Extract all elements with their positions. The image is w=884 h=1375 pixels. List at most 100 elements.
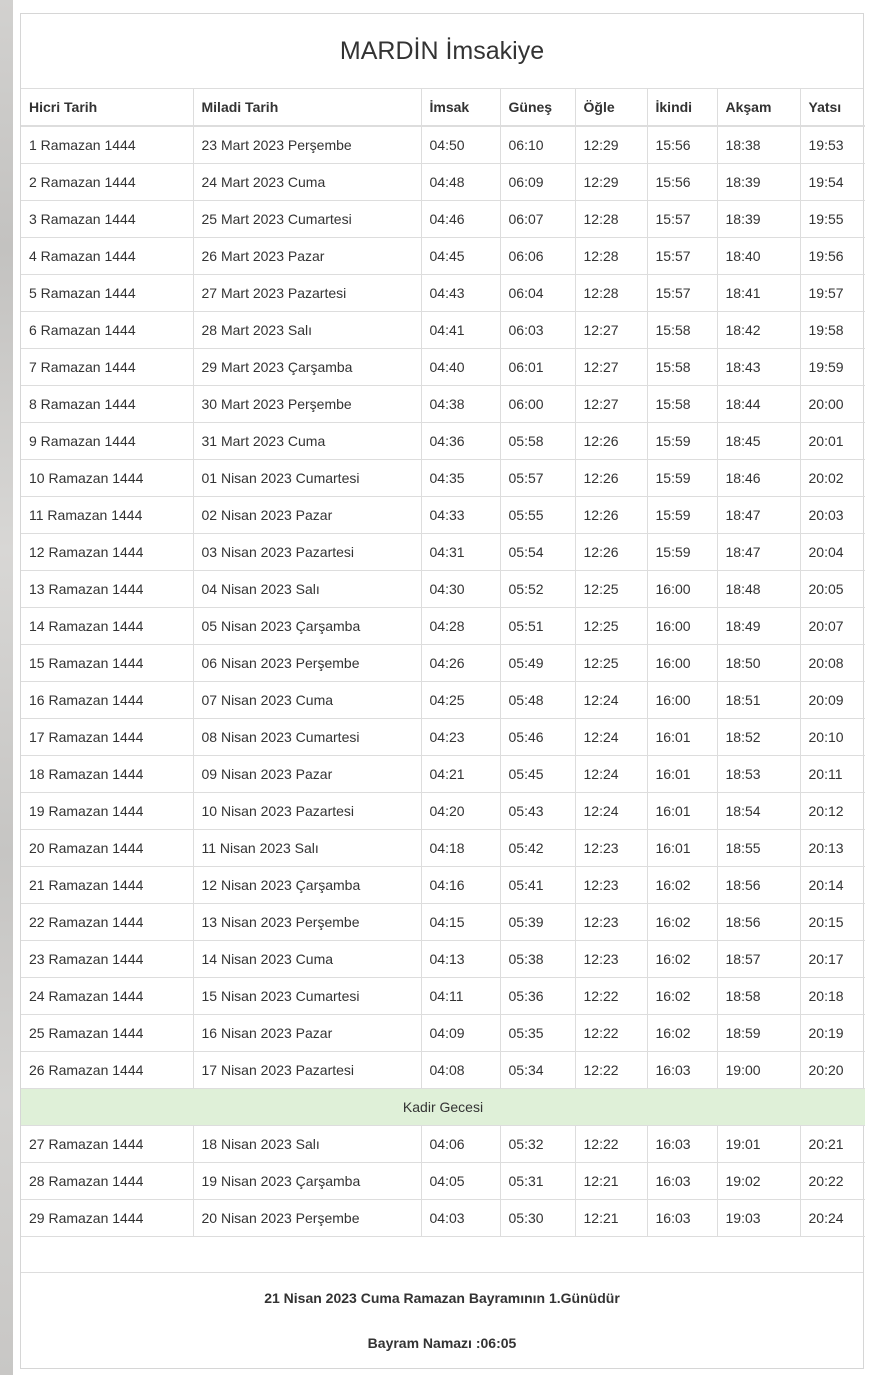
hicri-date-cell: 6 Ramazan 1444 bbox=[21, 311, 194, 349]
yatsi-cell: 20:10 bbox=[799, 718, 865, 756]
hicri-date-cell: 26 Ramazan 1444 bbox=[21, 1051, 194, 1089]
miladi-date-cell: 04 Nisan 2023 Salı bbox=[192, 570, 422, 608]
miladi-date-cell: 16 Nisan 2023 Pazar bbox=[192, 1014, 422, 1052]
yatsi-cell: 20:20 bbox=[799, 1051, 865, 1089]
table-row: 13 Ramazan 1444 04 Nisan 2023 Salı 04:30 05… bbox=[21, 570, 865, 608]
ogle-cell: 12:29 bbox=[574, 125, 648, 164]
miladi-date-cell: 09 Nisan 2023 Pazar bbox=[192, 755, 422, 793]
ogle-cell: 12:23 bbox=[574, 829, 648, 867]
table-row: 4 Ramazan 1444 26 Mart 2023 Pazar 04:45 06:… bbox=[21, 237, 865, 275]
gunes-cell: 05:45 bbox=[499, 755, 576, 793]
aksam-cell: 18:43 bbox=[716, 348, 801, 386]
ikindi-cell: 16:02 bbox=[646, 1014, 718, 1052]
imsak-cell: 04:28 bbox=[420, 607, 501, 645]
imsak-cell: 04:13 bbox=[420, 940, 501, 978]
table-row: 12 Ramazan 1444 03 Nisan 2023 Pazartesi 04… bbox=[21, 533, 865, 571]
aksam-cell: 18:58 bbox=[716, 977, 801, 1015]
ogle-cell: 12:22 bbox=[574, 1014, 648, 1052]
aksam-cell: 18:48 bbox=[716, 570, 801, 608]
hicri-date-cell: 13 Ramazan 1444 bbox=[21, 570, 194, 608]
header-miladi-tarih: Miladi Tarih bbox=[192, 89, 422, 127]
ikindi-cell: 15:59 bbox=[646, 533, 718, 571]
yatsi-cell: 20:08 bbox=[799, 644, 865, 682]
yatsi-cell: 19:53 bbox=[799, 125, 865, 164]
gunes-cell: 05:32 bbox=[499, 1125, 576, 1163]
miladi-date-cell: 10 Nisan 2023 Pazartesi bbox=[192, 792, 422, 830]
ikindi-cell: 16:03 bbox=[646, 1162, 718, 1200]
hicri-date-cell: 11 Ramazan 1444 bbox=[21, 496, 194, 534]
imsak-cell: 04:36 bbox=[420, 422, 501, 460]
kadir-gecesi-label: Kadir Gecesi bbox=[21, 1088, 865, 1126]
ikindi-cell: 16:03 bbox=[646, 1051, 718, 1089]
table-row: 1 Ramazan 1444 23 Mart 2023 Perşembe 04:50… bbox=[21, 125, 865, 164]
gunes-cell: 05:46 bbox=[499, 718, 576, 756]
table-footer-gap bbox=[21, 1237, 863, 1272]
imsak-cell: 04:26 bbox=[420, 644, 501, 682]
imsak-cell: 04:41 bbox=[420, 311, 501, 349]
yatsi-cell: 20:04 bbox=[799, 533, 865, 571]
ikindi-cell: 15:58 bbox=[646, 385, 718, 423]
table-row: 17 Ramazan 1444 08 Nisan 2023 Cumartesi 04… bbox=[21, 718, 865, 756]
miladi-date-cell: 20 Nisan 2023 Perşembe bbox=[192, 1199, 422, 1237]
miladi-date-cell: 08 Nisan 2023 Cumartesi bbox=[192, 718, 422, 756]
yatsi-cell: 20:15 bbox=[799, 903, 865, 941]
table-row: 27 Ramazan 1444 18 Nisan 2023 Salı 04:06 05… bbox=[21, 1125, 865, 1163]
yatsi-cell: 20:05 bbox=[799, 570, 865, 608]
table-row: 24 Ramazan 1444 15 Nisan 2023 Cumartesi 04… bbox=[21, 977, 865, 1015]
header-ogle: Öğle bbox=[574, 89, 648, 127]
imsak-cell: 04:05 bbox=[420, 1162, 501, 1200]
header-gunes: Güneş bbox=[499, 89, 576, 127]
ikindi-cell: 15:56 bbox=[646, 163, 718, 201]
hicri-date-cell: 7 Ramazan 1444 bbox=[21, 348, 194, 386]
ikindi-cell: 16:02 bbox=[646, 940, 718, 978]
yatsi-cell: 20:09 bbox=[799, 681, 865, 719]
yatsi-cell: 19:56 bbox=[799, 237, 865, 275]
gunes-cell: 06:00 bbox=[499, 385, 576, 423]
miladi-date-cell: 30 Mart 2023 Perşembe bbox=[192, 385, 422, 423]
miladi-date-cell: 18 Nisan 2023 Salı bbox=[192, 1125, 422, 1163]
ikindi-cell: 15:58 bbox=[646, 311, 718, 349]
gunes-cell: 05:57 bbox=[499, 459, 576, 497]
yatsi-cell: 19:54 bbox=[799, 163, 865, 201]
imsak-cell: 04:45 bbox=[420, 237, 501, 275]
gunes-cell: 05:41 bbox=[499, 866, 576, 904]
ikindi-cell: 15:57 bbox=[646, 237, 718, 275]
ogle-cell: 12:27 bbox=[574, 311, 648, 349]
yatsi-cell: 19:55 bbox=[799, 200, 865, 238]
aksam-cell: 18:47 bbox=[716, 496, 801, 534]
imsak-cell: 04:38 bbox=[420, 385, 501, 423]
yatsi-cell: 20:22 bbox=[799, 1162, 865, 1200]
table-row: 22 Ramazan 1444 13 Nisan 2023 Perşembe 04:… bbox=[21, 903, 865, 941]
gunes-cell: 05:58 bbox=[499, 422, 576, 460]
table-row: 23 Ramazan 1444 14 Nisan 2023 Cuma 04:13 05… bbox=[21, 940, 865, 978]
ikindi-cell: 16:03 bbox=[646, 1125, 718, 1163]
title-bar: MARDİN İmsakiye bbox=[21, 14, 863, 89]
ogle-cell: 12:22 bbox=[574, 1125, 648, 1163]
ikindi-cell: 16:00 bbox=[646, 570, 718, 608]
miladi-date-cell: 24 Mart 2023 Cuma bbox=[192, 163, 422, 201]
ikindi-cell: 16:02 bbox=[646, 903, 718, 941]
aksam-cell: 18:42 bbox=[716, 311, 801, 349]
gunes-cell: 05:36 bbox=[499, 977, 576, 1015]
ogle-cell: 12:23 bbox=[574, 866, 648, 904]
aksam-cell: 18:57 bbox=[716, 940, 801, 978]
page-title: MARDİN İmsakiye bbox=[339, 36, 545, 65]
imsak-cell: 04:21 bbox=[420, 755, 501, 793]
ogle-cell: 12:23 bbox=[574, 903, 648, 941]
imsak-cell: 04:40 bbox=[420, 348, 501, 386]
ogle-cell: 12:25 bbox=[574, 607, 648, 645]
table-header-row: Hicri Tarih Miladi Tarih İmsak Güneş Öğl… bbox=[21, 89, 865, 127]
gunes-cell: 05:42 bbox=[499, 829, 576, 867]
yatsi-cell: 19:57 bbox=[799, 274, 865, 312]
aksam-cell: 18:51 bbox=[716, 681, 801, 719]
gunes-cell: 06:04 bbox=[499, 274, 576, 312]
aksam-cell: 18:41 bbox=[716, 274, 801, 312]
ikindi-cell: 16:01 bbox=[646, 792, 718, 830]
miladi-date-cell: 17 Nisan 2023 Pazartesi bbox=[192, 1051, 422, 1089]
hicri-date-cell: 3 Ramazan 1444 bbox=[21, 200, 194, 238]
miladi-date-cell: 07 Nisan 2023 Cuma bbox=[192, 681, 422, 719]
hicri-date-cell: 8 Ramazan 1444 bbox=[21, 385, 194, 423]
yatsi-cell: 20:11 bbox=[799, 755, 865, 793]
hicri-date-cell: 2 Ramazan 1444 bbox=[21, 163, 194, 201]
aksam-cell: 18:53 bbox=[716, 755, 801, 793]
